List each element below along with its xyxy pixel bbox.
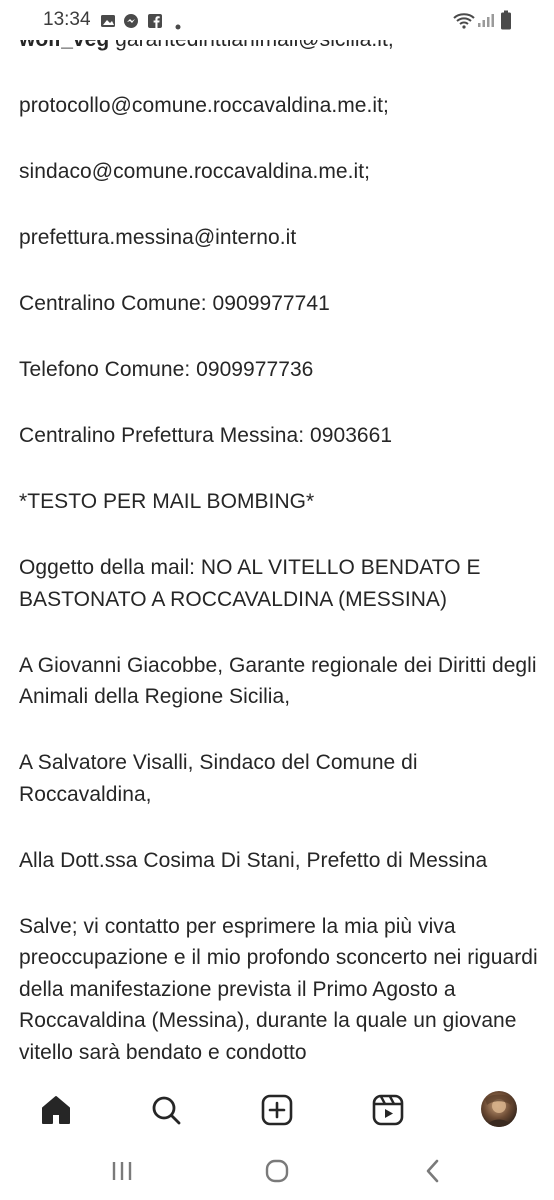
search-icon[interactable] [144,1088,188,1132]
status-time: 13:34 [43,9,91,30]
recents-icon[interactable] [107,1156,137,1186]
caption-paragraph: A Giovanni Giacobbe, Garante regionale d… [19,653,542,709]
system-navigation-bar [0,1144,554,1200]
reels-icon[interactable] [366,1088,410,1132]
caption-paragraph: Telefono Comune: 0909977736 [19,358,314,381]
caption-first-line: wolf_veg garantedirittianimali@sicilia.i… [19,40,539,56]
create-icon[interactable] [255,1088,299,1132]
caption-paragraph: Centralino Prefettura Messina: 0903661 [19,424,393,447]
post-username[interactable]: wolf_veg [19,40,109,51]
messenger-icon [123,13,139,34]
back-icon[interactable] [418,1156,448,1186]
caption-paragraph: Oggetto della mail: NO AL VITELLO BENDAT… [19,556,487,611]
post-caption: wolf_veg garantedirittianimali@sicilia.i… [19,40,539,1074]
caption-paragraph: Salve; vi contatto per esprimere la mia … [19,914,544,1064]
home-circle-icon[interactable] [262,1156,292,1186]
caption-paragraph[interactable]: prefettura.messina@interno.it [19,222,539,254]
caption-paragraph[interactable]: protocollo@comune.roccavaldina.me.it; [19,90,539,122]
gallery-icon [100,13,116,34]
signal-icon [477,12,495,33]
caption-text: garantedirittianimali@sicilia.it, [109,40,394,51]
wifi-icon [452,11,476,34]
bottom-navigation-bar [0,1074,554,1144]
profile-avatar[interactable] [481,1091,517,1127]
caption-paragraph: Centralino Comune: 0909977741 [19,292,330,315]
home-icon[interactable] [34,1088,78,1132]
status-bar: 13:34 [0,0,554,40]
caption-paragraph: A Salvatore Visalli, Sindaco del Comune … [19,751,424,806]
caption-paragraph: *TESTO PER MAIL BOMBING* [19,490,315,513]
caption-paragraph: Alla Dott.ssa Cosima Di Stani, Prefetto … [19,848,488,872]
dot-icon [175,17,181,35]
battery-icon [500,10,512,35]
post-caption-area[interactable]: wolf_veg garantedirittianimali@sicilia.i… [0,40,554,1074]
caption-paragraph[interactable]: sindaco@comune.roccavaldina.me.it; [19,156,539,188]
facebook-icon [147,13,163,34]
